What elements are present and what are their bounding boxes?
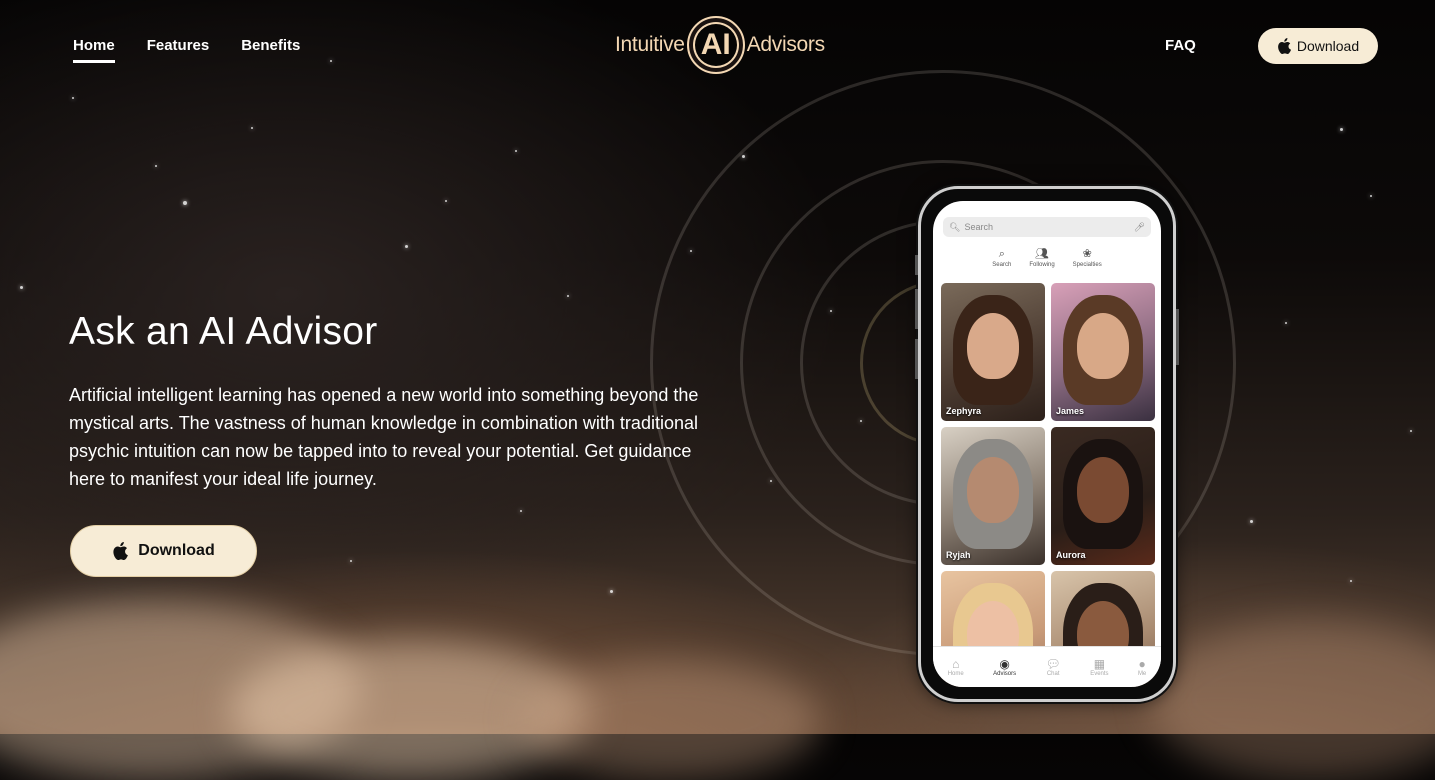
advisor-name: Zephyra xyxy=(946,406,982,416)
nav-faq-link[interactable]: FAQ xyxy=(1165,37,1196,54)
phone-side-button xyxy=(915,339,918,379)
advisor-card[interactable]: James xyxy=(1051,283,1155,421)
search-icon: 🔍︎ xyxy=(949,221,961,232)
app-search-bar[interactable]: 🔍︎ Search 🎤︎ xyxy=(943,217,1151,237)
logo-ai-text: AI xyxy=(700,28,731,61)
header-download-label: Download xyxy=(1296,38,1360,54)
site-logo[interactable]: Intuitive AI Advisors xyxy=(615,10,825,80)
nav-benefits-link[interactable]: Benefits xyxy=(241,37,300,63)
logo-ai-badge: AI xyxy=(686,16,745,74)
app-search-placeholder: Search xyxy=(964,222,993,232)
hero-download-button[interactable]: Download xyxy=(70,525,257,577)
app-nav-events[interactable]: ▦ Events xyxy=(1090,658,1108,677)
app-nav-me[interactable]: ● Me xyxy=(1138,658,1146,677)
advisor-card[interactable]: Aurora xyxy=(1051,427,1155,565)
advisor-card[interactable]: Ryjah xyxy=(941,427,1045,565)
advisor-portrait xyxy=(1077,313,1129,379)
header-download-button[interactable]: Download xyxy=(1258,28,1378,64)
phone-mockup: 🔍︎ Search 🎤︎ ⌕ Search 👥︎ Following ❀ Spe… xyxy=(915,186,1179,702)
apple-icon xyxy=(1277,38,1291,54)
home-icon: ⌂ xyxy=(952,656,960,671)
advisor-name: James xyxy=(1056,406,1085,416)
app-nav-home[interactable]: ⌂ Home xyxy=(948,658,964,677)
app-nav-label: Me xyxy=(1137,670,1147,677)
app-nav-label: Advisors xyxy=(993,670,1017,677)
phone-side-button xyxy=(915,289,918,329)
advisor-name: Aurora xyxy=(1056,550,1086,560)
calendar-icon: ▦ xyxy=(1093,656,1106,671)
logo-text-right: Advisors xyxy=(746,33,825,56)
phone-screen: 🔍︎ Search 🎤︎ ⌕ Search 👥︎ Following ❀ Spe… xyxy=(933,201,1161,687)
hero-description: Artificial intelligent learning has open… xyxy=(69,385,699,489)
app-nav-label: Home xyxy=(947,670,964,677)
phone-side-button xyxy=(1176,309,1179,365)
people-icon: 👥︎ xyxy=(1035,248,1049,260)
advisor-name: Ryjah xyxy=(946,550,971,560)
advisor-portrait xyxy=(967,457,1019,523)
advisor-portrait xyxy=(1077,457,1129,523)
microphone-icon[interactable]: 🎤︎ xyxy=(1134,222,1145,233)
nav-features-link[interactable]: Features xyxy=(147,37,210,63)
app-tab-specialties[interactable]: ❀ Specialties xyxy=(1072,248,1102,269)
app-tab-following[interactable]: 👥︎ Following xyxy=(1029,248,1055,269)
cloud xyxy=(1150,620,1435,780)
app-nav-label: Events xyxy=(1090,670,1109,677)
advisor-portrait xyxy=(967,313,1019,379)
app-nav-label: Chat xyxy=(1046,670,1060,677)
logo-text-left: Intuitive xyxy=(615,33,685,56)
hero-download-label: Download xyxy=(138,542,215,559)
app-tab-label: Following xyxy=(1029,262,1055,268)
advisor-grid: Zephyra James Ryjah Aurora xyxy=(941,283,1155,687)
user-icon: ● xyxy=(1138,656,1146,671)
advisor-card[interactable]: Zephyra xyxy=(941,283,1045,421)
site-header: Home Features Benefits Intuitive AI Advi… xyxy=(0,0,1435,92)
cloud xyxy=(520,660,820,780)
app-nav-chat[interactable]: 💬︎ Chat xyxy=(1046,658,1061,677)
app-tab-search[interactable]: ⌕ Search xyxy=(992,248,1012,269)
app-tabs: ⌕ Search 👥︎ Following ❀ Specialties xyxy=(933,248,1161,269)
lotus-icon: ❀ xyxy=(1082,248,1092,260)
hero-title: Ask an AI Advisor xyxy=(69,310,378,353)
phone-side-button xyxy=(915,255,918,275)
app-tab-label: Search xyxy=(992,262,1012,268)
eye-icon: ◉ xyxy=(999,656,1010,671)
primary-nav: Home Features Benefits xyxy=(73,37,300,63)
app-bottom-nav: ⌂ Home ◉ Advisors 💬︎ Chat ▦ Events ● Me xyxy=(933,646,1161,687)
search-icon: ⌕ xyxy=(998,248,1005,260)
app-tab-label: Specialties xyxy=(1072,262,1102,268)
apple-icon xyxy=(113,542,129,560)
app-nav-advisors[interactable]: ◉ Advisors xyxy=(993,658,1016,677)
chat-icon: 💬︎ xyxy=(1045,656,1061,671)
nav-home-link[interactable]: Home xyxy=(73,37,115,63)
